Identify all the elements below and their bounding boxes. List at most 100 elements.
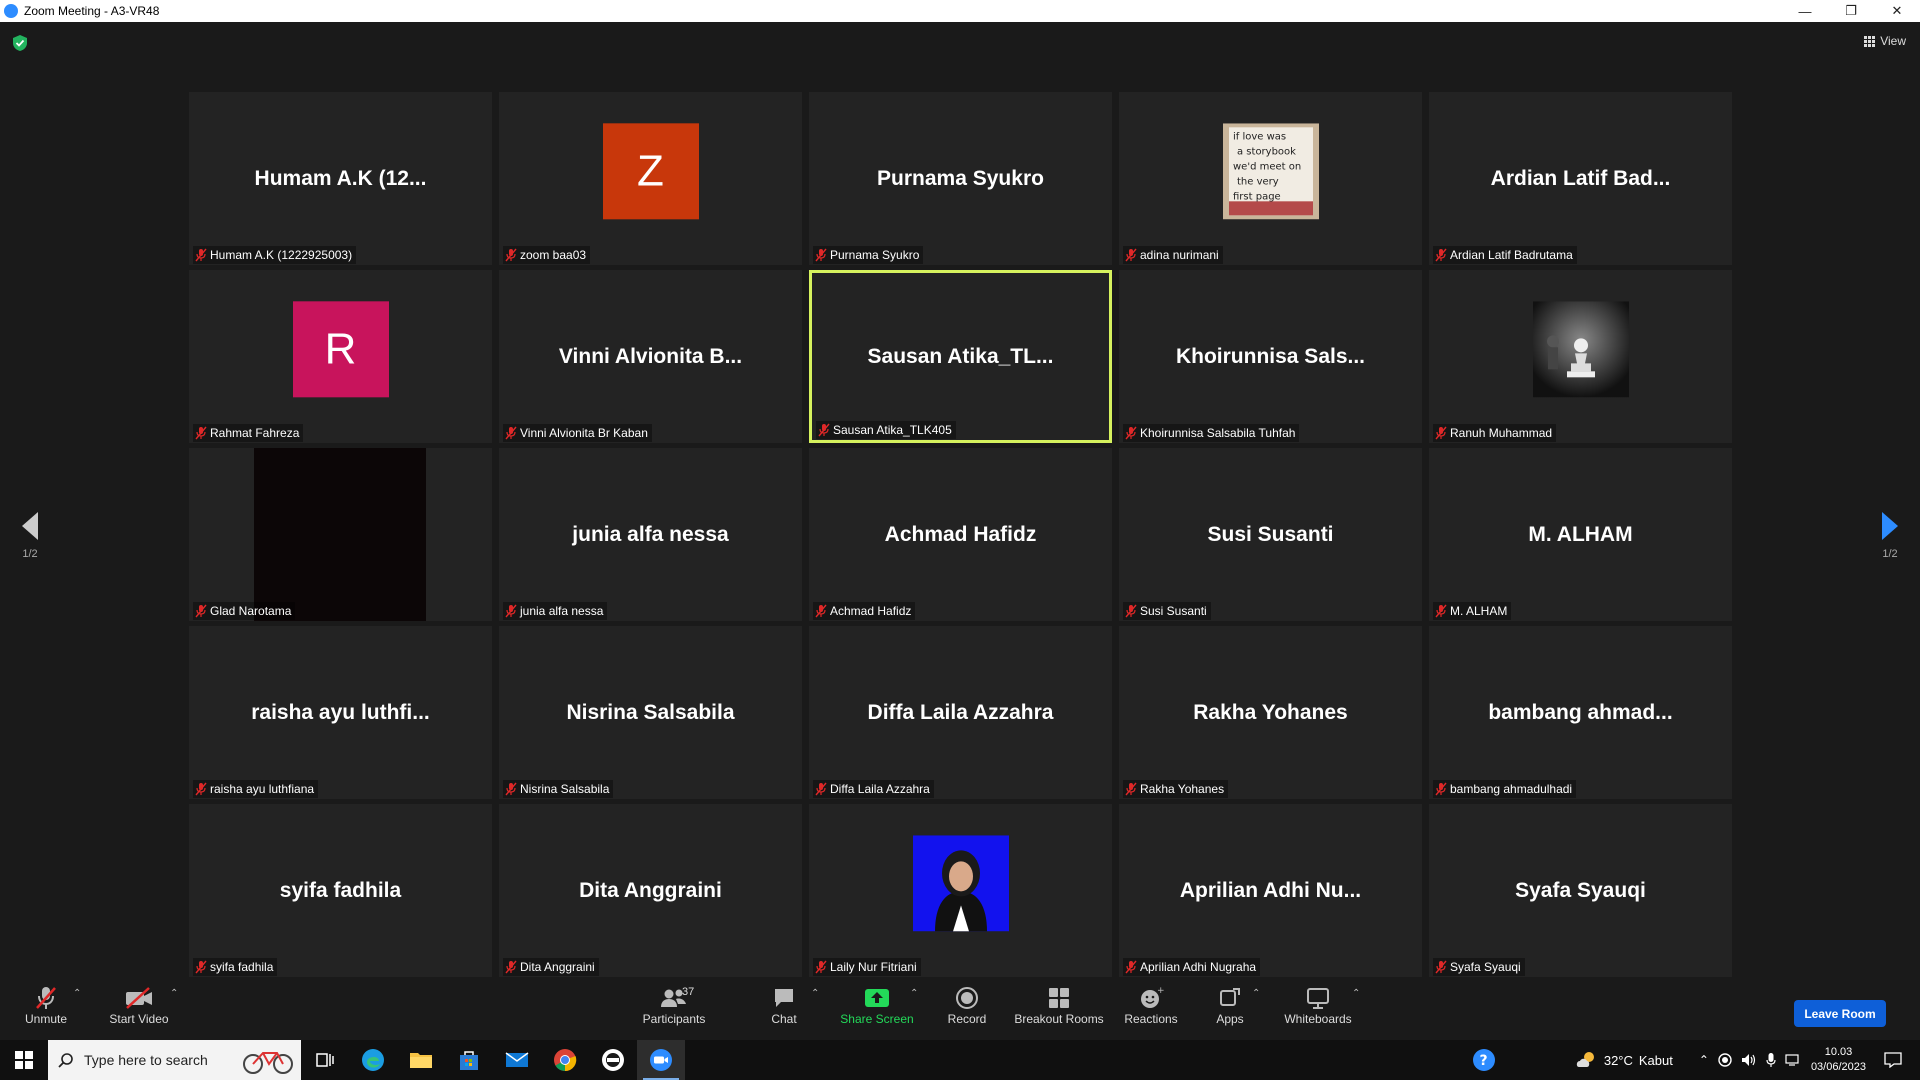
- mic-muted-icon: [195, 604, 207, 618]
- participant-tile[interactable]: Zzoom baa03: [499, 92, 802, 265]
- taskbar-clock[interactable]: 10.03 03/06/2023: [1811, 1045, 1866, 1075]
- participant-tile[interactable]: M. ALHAM M. ALHAM: [1429, 448, 1732, 621]
- minimize-button[interactable]: —: [1782, 0, 1828, 22]
- participant-tile[interactable]: Syafa Syauqi Syafa Syauqi: [1429, 804, 1732, 977]
- participant-display-name: raisha ayu luthfi...: [251, 700, 430, 724]
- share-screen-button[interactable]: Share Screen: [839, 984, 915, 1026]
- taskbar-file-explorer-button[interactable]: [397, 1040, 445, 1080]
- leave-room-button[interactable]: Leave Room: [1794, 1000, 1886, 1027]
- participant-name: Susi Susanti: [1140, 604, 1207, 618]
- participant-tile[interactable]: Dita Anggraini Dita Anggraini: [499, 804, 802, 977]
- task-view-icon: [316, 1053, 334, 1067]
- windows-start-button[interactable]: [0, 1040, 48, 1080]
- participant-tile[interactable]: R Rahmat Fahreza: [189, 270, 492, 443]
- search-placeholder: Type here to search: [84, 1052, 208, 1068]
- whiteboards-options-caret-icon[interactable]: ⌃: [1352, 988, 1360, 999]
- participant-name-label: Diffa Laila Azzahra: [813, 780, 934, 798]
- weather-condition: Kabut: [1638, 1052, 1673, 1068]
- task-view-button[interactable]: [301, 1040, 349, 1080]
- participant-tile[interactable]: Glad Narotama: [189, 448, 492, 621]
- participant-name: Rahmat Fahreza: [210, 426, 300, 440]
- speaker-icon[interactable]: [1741, 1053, 1757, 1067]
- participant-tile[interactable]: Sausan Atika_TL... Sausan Atika_TLK405: [809, 270, 1112, 443]
- taskbar-search-box[interactable]: Type here to search: [48, 1040, 301, 1080]
- apps-options-caret-icon[interactable]: ⌃: [1252, 988, 1260, 999]
- participant-tile[interactable]: if love was a storybook we'd meet on the ve…: [1119, 92, 1422, 265]
- start-video-label: Start Video: [109, 1012, 169, 1026]
- participant-tile[interactable]: syifa fadhila syifa fadhila: [189, 804, 492, 977]
- participant-tile[interactable]: junia alfa nessa junia alfa nessa: [499, 448, 802, 621]
- next-page-button[interactable]: 1/2: [1870, 512, 1910, 560]
- video-options-caret-icon[interactable]: ⌃: [170, 988, 178, 999]
- participant-tile[interactable]: Diffa Laila Azzahra Diffa Laila Azzahra: [809, 626, 1112, 799]
- mic-muted-icon: [815, 782, 827, 796]
- window-title: Zoom Meeting - A3-VR48: [24, 4, 160, 18]
- participant-tile[interactable]: Humam A.K (12... Humam A.K (1222925003): [189, 92, 492, 265]
- apps-button[interactable]: Apps: [1210, 984, 1250, 1026]
- taskbar-zoom-button[interactable]: [637, 1040, 685, 1080]
- taskbar-store-button[interactable]: [445, 1040, 493, 1080]
- mic-muted-icon: [505, 782, 517, 796]
- participant-tile[interactable]: Purnama Syukro Purnama Syukro: [809, 92, 1112, 265]
- participant-name-label: bambang ahmadulhadi: [1433, 780, 1577, 798]
- notification-icon[interactable]: [1884, 1052, 1902, 1068]
- participant-tile[interactable]: Vinni Alvionita B... Vinni Alvionita Br K…: [499, 270, 802, 443]
- start-video-button[interactable]: Start Video: [104, 984, 174, 1026]
- participants-button[interactable]: 37 Participants: [636, 984, 712, 1026]
- weather-widget[interactable]: 32°C Kabut: [1576, 1050, 1673, 1070]
- participant-name: syifa fadhila: [210, 960, 274, 974]
- participant-tile[interactable]: Laily Nur Fitriani: [809, 804, 1112, 977]
- mic-muted-icon: [815, 604, 827, 618]
- participant-tile[interactable]: Ardian Latif Bad... Ardian Latif Badrutam…: [1429, 92, 1732, 265]
- taskbar-mail-button[interactable]: [493, 1040, 541, 1080]
- participant-tile[interactable]: Khoirunnisa Sals... Khoirunnisa Salsabila…: [1119, 270, 1422, 443]
- mic-muted-icon: [1125, 248, 1137, 262]
- participant-name: Dita Anggraini: [520, 960, 595, 974]
- taskbar-edge-button[interactable]: [349, 1040, 397, 1080]
- microphone-icon[interactable]: [1766, 1052, 1776, 1068]
- participant-name-label: Glad Narotama: [193, 602, 296, 620]
- arrow-left-icon: [22, 512, 38, 540]
- participant-tile[interactable]: Aprilian Adhi Nu... Aprilian Adhi Nugraha: [1119, 804, 1422, 977]
- page-indicator-right: 1/2: [1882, 548, 1898, 560]
- participant-tile[interactable]: Achmad Hafidz Achmad Hafidz: [809, 448, 1112, 621]
- participant-tile[interactable]: Rakha Yohanes Rakha Yohanes: [1119, 626, 1422, 799]
- help-icon[interactable]: ?: [1472, 1048, 1496, 1072]
- whiteboards-button[interactable]: Whiteboards: [1282, 984, 1354, 1026]
- participant-display-name: Rakha Yohanes: [1193, 700, 1348, 724]
- participant-name-label: zoom baa03: [503, 246, 591, 264]
- participant-tile[interactable]: Ranuh Muhammad: [1429, 270, 1732, 443]
- chat-button[interactable]: Chat: [760, 984, 808, 1026]
- view-button[interactable]: View: [1864, 34, 1906, 48]
- participant-name: M. ALHAM: [1450, 604, 1508, 618]
- zoom-icon: [650, 1049, 672, 1071]
- participant-profile-picture: [912, 834, 1009, 931]
- mic-muted-icon: [505, 604, 517, 618]
- participant-name: Glad Narotama: [210, 604, 292, 618]
- clock-date: 03/06/2023: [1810, 1061, 1866, 1073]
- participant-name: adina nurimani: [1140, 248, 1219, 262]
- restore-button[interactable]: ❐: [1828, 0, 1874, 22]
- chat-options-caret-icon[interactable]: ⌃: [811, 988, 819, 999]
- close-button[interactable]: ✕: [1874, 0, 1920, 22]
- taskbar-chrome-button[interactable]: [541, 1040, 589, 1080]
- unmute-button[interactable]: Unmute: [18, 984, 74, 1026]
- location-record-icon[interactable]: [1718, 1053, 1732, 1067]
- participant-tile[interactable]: Nisrina Salsabila Nisrina Salsabila: [499, 626, 802, 799]
- taskbar-app-button[interactable]: [589, 1040, 637, 1080]
- breakout-rooms-button[interactable]: Breakout Rooms: [1012, 984, 1106, 1026]
- chat-label: Chat: [771, 1012, 797, 1026]
- participant-tile[interactable]: raisha ayu luthfi... raisha ayu luthfiana: [189, 626, 492, 799]
- security-shield-icon[interactable]: [12, 34, 28, 52]
- record-button[interactable]: Record: [942, 984, 992, 1026]
- audio-options-caret-icon[interactable]: ⌃: [73, 988, 81, 999]
- participant-tile[interactable]: Susi Susanti Susi Susanti: [1119, 448, 1422, 621]
- chevron-up-icon[interactable]: ⌃: [1699, 1053, 1709, 1067]
- participant-tile[interactable]: bambang ahmad... bambang ahmadulhadi: [1429, 626, 1732, 799]
- share-options-caret-icon[interactable]: ⌃: [910, 988, 918, 999]
- reactions-button[interactable]: + Reactions: [1121, 984, 1181, 1026]
- system-tray: ? 32°C Kabut ⌃ 10.03 03/06/2023: [1472, 1040, 1920, 1080]
- prev-page-button[interactable]: 1/2: [10, 512, 50, 560]
- network-icon[interactable]: [1785, 1053, 1801, 1067]
- mic-muted-icon: [1125, 782, 1137, 796]
